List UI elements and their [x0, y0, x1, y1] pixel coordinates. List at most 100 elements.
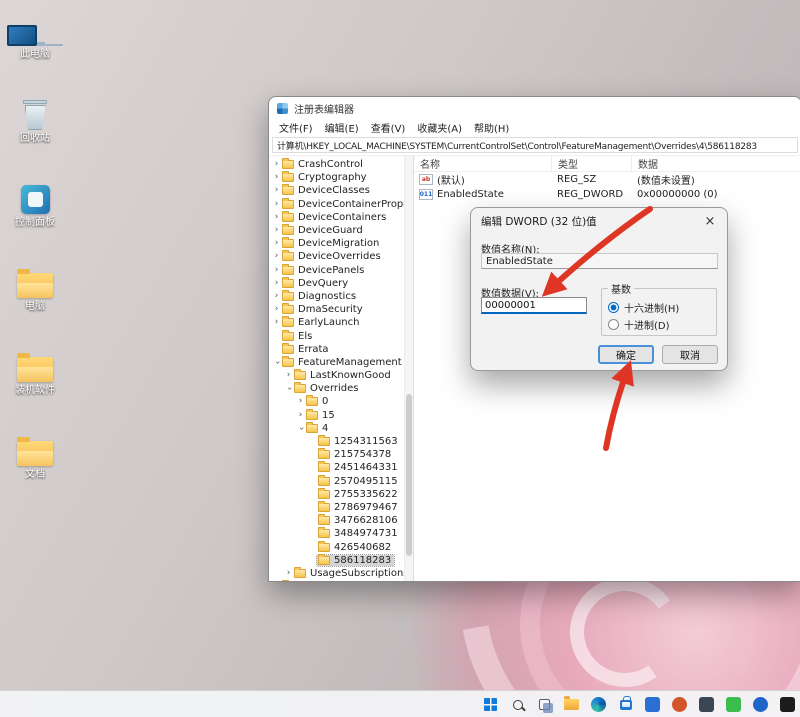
tree-item[interactable]: ›FileSystem [269, 580, 404, 581]
tree-item[interactable]: 2570495115 [269, 474, 404, 488]
menu-help[interactable]: 帮助(H) [468, 119, 515, 136]
chevron-expanded-icon[interactable]: › [296, 424, 306, 433]
tree-item[interactable]: › DevicePanels [269, 263, 404, 277]
chevron-collapsed-icon[interactable]: › [272, 291, 281, 301]
start-icon[interactable] [479, 693, 502, 716]
app-icon-blue-glyph [753, 697, 768, 712]
tree-item[interactable]: › CrashControl [269, 158, 404, 171]
tree-item[interactable]: › LastKnownGood [269, 369, 404, 382]
cancel-button[interactable]: 取消 [662, 345, 718, 364]
tree-item[interactable]: › Diagnostics [269, 289, 404, 303]
scrollbar-thumb[interactable] [406, 394, 412, 556]
tree-item[interactable]: › DeviceMigration [269, 237, 404, 250]
tree-item[interactable]: › DeviceClasses [269, 184, 404, 197]
tree-item[interactable]: › DeviceContainers [269, 210, 404, 224]
tree-item[interactable]: › DeviceContainerPropertyUpda [269, 197, 404, 211]
store-icon[interactable] [614, 693, 637, 716]
mail-icon[interactable] [641, 693, 664, 716]
edge-icon[interactable] [587, 693, 610, 716]
tree-item[interactable]: 3476628106 [269, 514, 404, 527]
tree-item-label-wrap: LastKnownGood [293, 369, 394, 381]
chevron-collapsed-icon[interactable]: › [272, 226, 281, 235]
tree-item[interactable]: › Cryptography [269, 171, 404, 184]
desktop-icon-this-pc[interactable]: 此电脑 [4, 2, 66, 86]
file-explorer-icon[interactable] [560, 693, 583, 716]
photos-icon[interactable] [668, 693, 691, 716]
wechat-icon[interactable] [722, 693, 745, 716]
address-bar[interactable]: 计算机\HKEY_LOCAL_MACHINE\SYSTEM\CurrentCon… [272, 137, 798, 153]
task-view-icon[interactable] [533, 693, 556, 716]
desktop-icon-recycle-bin[interactable]: 回收站 [4, 86, 66, 170]
tree-item[interactable]: › EarlyLaunch [269, 316, 404, 329]
tree-item[interactable]: 1254311563 [269, 435, 404, 448]
chevron-collapsed-icon[interactable]: › [272, 186, 281, 195]
radio-selected-icon[interactable] [608, 302, 619, 313]
tree-item[interactable]: › DmaSecurity [269, 303, 404, 316]
search-icon[interactable] [506, 693, 529, 716]
tree-item[interactable]: › 0 [269, 395, 404, 408]
tree-item[interactable]: Errata [269, 342, 404, 356]
chevron-collapsed-icon[interactable]: › [272, 252, 281, 261]
chevron-collapsed-icon[interactable]: › [272, 318, 281, 327]
tree-item[interactable]: › 15 [269, 408, 404, 422]
app-icon-blue[interactable] [749, 693, 772, 716]
chevron-collapsed-icon[interactable]: › [272, 160, 281, 169]
chevron-expanded-icon[interactable]: › [284, 384, 294, 393]
column-header-type[interactable]: 类型 [552, 156, 632, 171]
menu-view[interactable]: 查看(V) [365, 119, 412, 136]
column-header-data[interactable]: 数据 [632, 156, 800, 171]
chevron-collapsed-icon[interactable]: › [296, 410, 305, 420]
close-icon[interactable]: × [702, 213, 718, 229]
folder-icon [282, 184, 294, 196]
desktop-icon-folder-computer[interactable]: 电脑 [4, 254, 66, 338]
tree-item[interactable]: 2755335622 [269, 487, 404, 501]
chevron-collapsed-icon[interactable]: › [272, 239, 281, 248]
menu-edit[interactable]: 编辑(E) [319, 119, 365, 136]
radio-hexadecimal[interactable]: 十六进制(H) [608, 300, 710, 315]
value-name-field[interactable]: EnabledState [481, 253, 718, 269]
tree-item[interactable]: 426540682 [269, 540, 404, 553]
tree-item[interactable]: › FeatureManagement [269, 355, 404, 369]
desktop-icon-folder-documents[interactable]: 文档 [4, 422, 66, 506]
tree-item[interactable]: 215754378 [269, 448, 404, 461]
tree-item[interactable]: Els [269, 329, 404, 342]
tree-item[interactable]: › Overrides [269, 382, 404, 395]
chevron-expanded-icon[interactable]: › [272, 358, 282, 367]
desktop-icon-folder-setup-software[interactable]: 装机软件 [4, 338, 66, 422]
value-data-input[interactable] [481, 297, 587, 314]
tree-item[interactable]: › DeviceGuard [269, 224, 404, 237]
menu-favorites[interactable]: 收藏夹(A) [411, 119, 468, 136]
menu-file[interactable]: 文件(F) [273, 119, 319, 136]
chevron-collapsed-icon[interactable]: › [272, 305, 281, 314]
value-row[interactable]: ab (默认) REG_SZ (数值未设置) [414, 172, 800, 187]
chevron-collapsed-icon[interactable]: › [296, 397, 305, 406]
tree-item[interactable]: › UsageSubscriptions [269, 566, 404, 580]
chevron-collapsed-icon[interactable]: › [272, 173, 281, 182]
app-icon-dark[interactable] [695, 693, 718, 716]
chevron-collapsed-icon[interactable]: › [272, 212, 281, 222]
radio-decimal[interactable]: 十进制(D) [608, 317, 710, 332]
chevron-collapsed-icon[interactable]: › [284, 371, 293, 380]
tree-item[interactable]: › DeviceOverrides [269, 250, 404, 263]
dialog-titlebar[interactable]: 编辑 DWORD (32 位)值 [471, 208, 727, 234]
tree-scrollbar[interactable] [404, 156, 413, 581]
tree-item[interactable]: › DevQuery [269, 276, 404, 290]
chevron-collapsed-icon[interactable]: › [272, 199, 281, 209]
regedit-titlebar[interactable]: 注册表编辑器 [269, 97, 800, 119]
tree-item[interactable]: 3484974731 [269, 527, 404, 540]
tree-item-label: 215754378 [334, 449, 392, 461]
radio-unselected-icon[interactable] [608, 319, 619, 330]
chevron-collapsed-icon[interactable]: › [272, 278, 281, 288]
chevron-collapsed-icon[interactable]: › [284, 568, 293, 578]
chevron-collapsed-icon[interactable]: › [272, 265, 281, 275]
tree-item[interactable]: 2451464331 [269, 461, 404, 474]
value-row[interactable]: 011 EnabledState REG_DWORD 0x00000000 (0) [414, 187, 800, 202]
tree-item[interactable]: 2786979467 [269, 500, 404, 514]
terminal-icon[interactable] [776, 693, 799, 716]
desktop-icon-control-panel[interactable]: 控制面板 [4, 170, 66, 254]
ok-button[interactable]: 确定 [598, 345, 654, 364]
value-type-cell: REG_DWORD [557, 189, 624, 200]
tree-item[interactable]: › 4 [269, 421, 404, 435]
tree-item[interactable]: 586118283 [269, 553, 404, 567]
column-header-name[interactable]: 名称 [414, 156, 552, 171]
